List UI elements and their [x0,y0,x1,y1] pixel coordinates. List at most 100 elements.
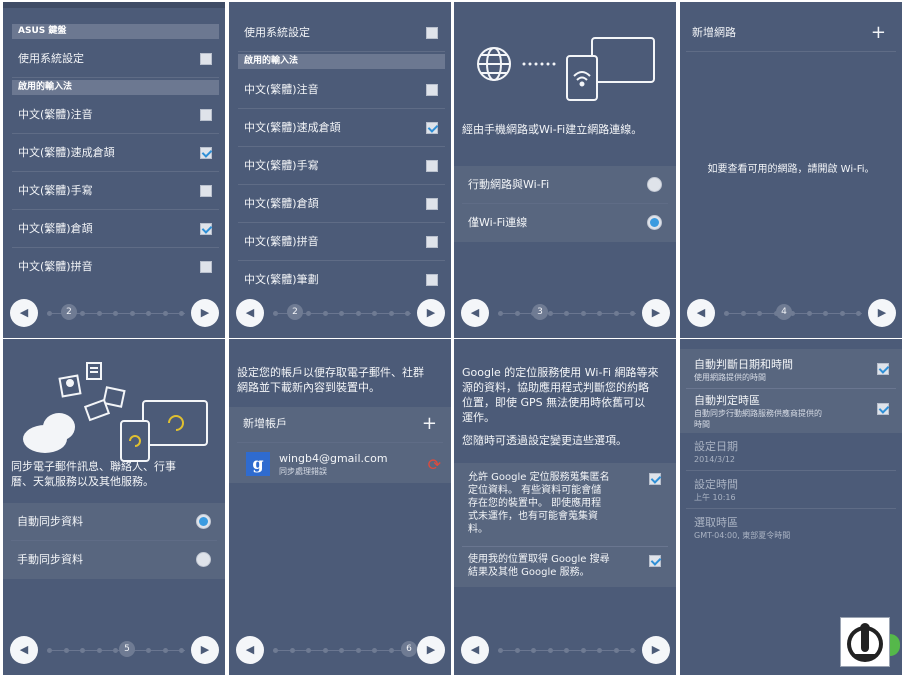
row-zhuyin[interactable]: 中文(繁體)注音 [238,71,445,109]
row-use-system-settings[interactable]: 使用系統設定 [238,14,445,52]
row-use-system-settings[interactable]: 使用系統設定 [12,40,219,78]
radio-button-selected[interactable] [196,514,211,529]
page-number: 2 [287,304,303,320]
indicator-dot [113,648,118,653]
prev-button[interactable]: ◀ [10,636,38,664]
page-number: 2 [61,304,77,320]
set-time-row: 設定時間 上午 10:16 [686,473,896,509]
next-button[interactable]: ▶ [642,636,670,664]
wifi-off-hint: 如要查看可用的網路，請開啟 Wi-Fi。 [707,164,875,175]
checkbox[interactable] [426,84,438,96]
checkbox-checked[interactable] [649,555,661,567]
plus-icon[interactable]: + [871,24,886,42]
indicator-dot [498,648,503,653]
next-button[interactable]: ▶ [191,299,219,327]
row-cangjie[interactable]: 中文(繁體)倉頡 [238,185,445,223]
option-line4: 式未運作，也有可能會蒐集資 [468,511,598,522]
checkbox[interactable] [426,274,438,286]
checkbox[interactable] [426,160,438,172]
wizard-nav: ◀ 3 ▶ [454,288,676,338]
checkbox-checked[interactable] [649,473,661,485]
indicator-dot [515,648,520,653]
section-enabled-input-methods: 啟用的輸入法 [238,54,445,69]
option-wifi-only[interactable]: 僅Wi-Fi連線 [462,204,668,242]
row-handwriting[interactable]: 中文(繁體)手寫 [12,172,219,210]
next-button[interactable]: ▶ [868,299,896,327]
radio-button[interactable] [647,177,662,192]
checkbox[interactable] [426,236,438,248]
sync-error-icon[interactable]: ⟳ [428,455,441,474]
auto-date-time-label: 自動判斷日期和時間 [694,358,793,371]
next-button[interactable]: ▶ [642,299,670,327]
indicator-dot [163,311,168,316]
checkbox-checked[interactable] [877,403,889,415]
auto-date-time-row[interactable]: 自動判斷日期和時間 使用網路提供的時間 [686,353,896,389]
prev-button[interactable]: ◀ [461,636,489,664]
row-zhuyin[interactable]: 中文(繁體)注音 [12,96,219,134]
radio-button[interactable] [196,552,211,567]
row-handwriting[interactable]: 中文(繁體)手寫 [238,147,445,185]
prev-button[interactable]: ◀ [687,299,715,327]
row-pinyin[interactable]: 中文(繁體)拼音 [12,248,219,286]
row-label: 中文(繁體)筆劃 [244,273,319,286]
plus-icon[interactable]: + [422,415,437,433]
row-quick-cangjie[interactable]: 中文(繁體)速成倉頡 [238,109,445,147]
option-label: 僅Wi-Fi連線 [468,216,528,229]
sync-illustration [23,362,208,462]
row-label: 中文(繁體)倉頡 [18,222,93,235]
add-network-row[interactable]: 新增網路 + [686,14,896,52]
checkbox[interactable] [200,53,212,65]
row-cangjie[interactable]: 中文(繁體)倉頡 [12,210,219,248]
page-number: 5 [119,641,135,657]
indicator-dot [581,648,586,653]
indicator-dot [80,648,85,653]
row-quick-cangjie[interactable]: 中文(繁體)速成倉頡 [12,134,219,172]
page-indicator: 3 [498,304,636,320]
indicator-dot [306,648,311,653]
option-manual-sync[interactable]: 手動同步資料 [11,541,217,579]
row-pinyin[interactable]: 中文(繁體)拼音 [238,223,445,261]
phone-wifi-icon [566,55,598,101]
auto-timezone-sub-line1: 自動同步行動網路服務供應商提供的 [694,409,822,418]
prev-button[interactable]: ◀ [10,299,38,327]
add-network-label: 新增網路 [692,26,736,39]
checkbox[interactable] [426,198,438,210]
indicator-dot [97,311,102,316]
option-mobile-and-wifi[interactable]: 行動網路與Wi-Fi [462,166,668,204]
option-auto-sync[interactable]: 自動同步資料 [11,503,217,541]
indicator-dot [389,648,394,653]
next-button[interactable]: ▶ [191,636,219,664]
option-line2: 定位資料。 有些資料可能會儲 [468,485,602,496]
globe-tablet-illustration [477,37,655,101]
checkbox-checked[interactable] [200,223,212,235]
prev-button[interactable]: ◀ [461,299,489,327]
radio-button-selected[interactable] [647,215,662,230]
checkbox-checked[interactable] [877,363,889,375]
option-use-location-for-search[interactable]: 使用我的位置取得 Google 搜尋 結果及其他 Google 服務。 [462,551,668,585]
add-account-row[interactable]: 新增帳戶 + [237,405,443,443]
row-stroke[interactable]: 中文(繁體)筆劃 [238,261,445,288]
indicator-dot [179,311,184,316]
checkbox[interactable] [200,261,212,273]
location-intro-line1: Google 的定位服務使用 Wi-Fi 網路等來 [462,366,659,379]
account-row[interactable]: g wingb4@gmail.com 同步處理錯誤 ⟳ [229,443,451,483]
indicator-dot [163,648,168,653]
contact-icon [58,374,82,398]
row-label: 中文(繁體)手寫 [18,184,93,197]
set-date-label: 設定日期 [694,440,738,453]
checkbox[interactable] [426,27,438,39]
auto-timezone-row[interactable]: 自動判定時區 自動同步行動網路服務供應商提供的 時間 [686,391,896,433]
checkbox[interactable] [200,185,212,197]
checkbox-checked[interactable] [426,122,438,134]
option-collect-anonymous-location[interactable]: 允許 Google 定位服務蒐集匿名 定位資料。 有些資料可能會儲 存在您的裝置… [462,467,668,547]
next-button[interactable]: ▶ [417,636,445,664]
prev-button[interactable]: ◀ [236,299,264,327]
checkbox-checked[interactable] [200,147,212,159]
select-timezone-label: 選取時區 [694,516,738,529]
indicator-dot [113,311,118,316]
auto-timezone-label: 自動判定時區 [694,394,760,407]
next-button[interactable]: ▶ [417,299,445,327]
prev-button[interactable]: ◀ [236,636,264,664]
option-line3: 存在您的裝置中。 即使應用程 [468,498,602,509]
checkbox[interactable] [200,109,212,121]
